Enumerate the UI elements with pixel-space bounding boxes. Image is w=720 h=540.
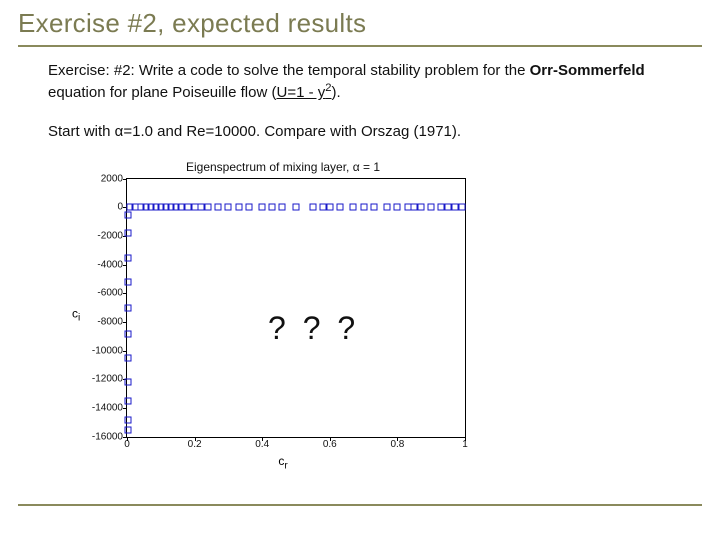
exercise-parameters: Start with α=1.0 and Re=10000. Compare w…: [48, 122, 688, 142]
y-tick-label: -12000: [73, 374, 127, 385]
data-point: [235, 204, 242, 211]
y-tick-label: -4000: [73, 259, 127, 270]
title-divider: [18, 45, 702, 47]
y-axis-label: ci: [72, 306, 80, 323]
y-tick-label: -2000: [73, 231, 127, 242]
data-point: [309, 204, 316, 211]
y-tick-label: -10000: [73, 345, 127, 356]
data-point: [336, 204, 343, 211]
data-point: [125, 330, 132, 337]
data-point: [350, 204, 357, 211]
data-point: [418, 204, 425, 211]
prompt-text-3: ).: [332, 84, 341, 101]
data-point: [384, 204, 391, 211]
y-tick-label: -16000: [73, 431, 127, 442]
data-point: [370, 204, 377, 211]
slide-title: Exercise #2, expected results: [18, 8, 702, 39]
prompt-text-1: Exercise: #2: Write a code to solve the …: [48, 62, 530, 79]
data-point: [394, 204, 401, 211]
y-tick-label: -8000: [73, 317, 127, 328]
data-point: [125, 397, 132, 404]
data-point: [225, 204, 232, 211]
data-point: [428, 204, 435, 211]
data-point: [125, 230, 132, 237]
data-point: [205, 203, 212, 210]
orr-sommerfeld-term: Orr-Sommerfeld: [530, 62, 645, 79]
prompt-text-2: equation for plane Poiseuille flow (: [48, 84, 276, 101]
y-tick-label: -6000: [73, 288, 127, 299]
slide: Exercise #2, expected results Exercise: …: [0, 0, 720, 480]
data-point: [215, 203, 222, 210]
data-point: [125, 416, 132, 423]
data-point: [245, 204, 252, 211]
chart-title: Eigenspectrum of mixing layer, α = 1: [68, 160, 498, 174]
plot-area: 20000-2000-4000-6000-8000-10000-12000-14…: [126, 178, 466, 438]
data-point: [326, 204, 333, 211]
question-marks: ? ? ?: [268, 310, 359, 347]
data-point: [293, 204, 300, 211]
data-point: [458, 204, 465, 211]
data-point: [125, 211, 132, 218]
data-point: [269, 204, 276, 211]
bottom-divider: [18, 504, 702, 506]
data-point: [125, 304, 132, 311]
data-point: [125, 354, 132, 361]
y-tick-label: 2000: [73, 173, 127, 184]
exercise-prompt: Exercise: #2: Write a code to solve the …: [48, 61, 688, 104]
eigenspectrum-chart: Eigenspectrum of mixing layer, α = 1 200…: [68, 160, 498, 470]
y-tick-label: 0: [73, 202, 127, 213]
data-point: [259, 204, 266, 211]
y-tick-label: -14000: [73, 403, 127, 414]
data-point: [125, 254, 132, 261]
data-point: [125, 278, 132, 285]
x-axis-label: cr: [278, 454, 287, 471]
flow-equation: U=1 - y2: [276, 84, 331, 101]
data-point: [125, 379, 132, 386]
data-point: [125, 426, 132, 433]
data-point: [279, 204, 286, 211]
data-point: [360, 204, 367, 211]
